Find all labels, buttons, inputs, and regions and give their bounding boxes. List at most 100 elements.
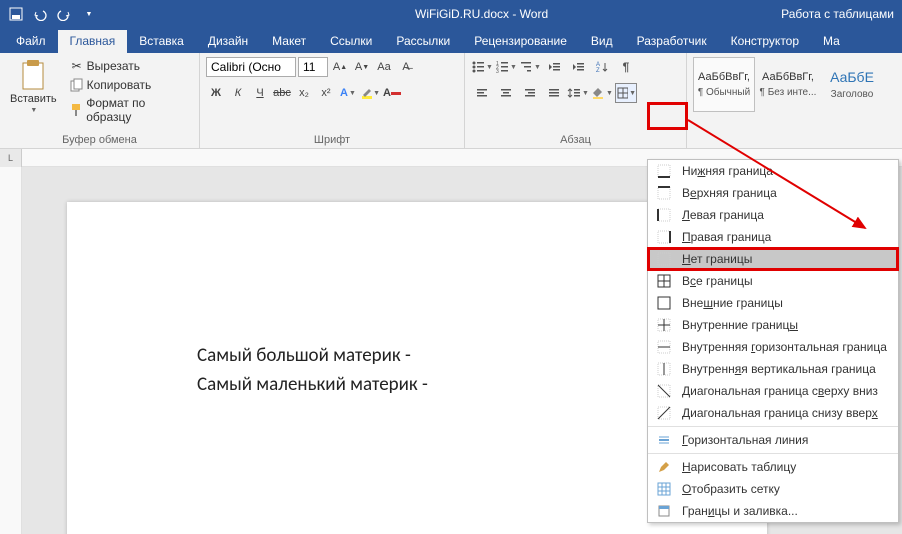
doc-line-1[interactable]: Самый большой материк - [197,342,637,371]
horizontal-line-item[interactable]: Горизонтальная линия [648,429,898,451]
border-all-label: Все границы [682,274,753,288]
tab-design[interactable]: Дизайн [196,30,260,53]
border-left-icon [656,207,672,223]
border-bottom-item[interactable]: Нижняя граница [648,160,898,182]
hline-icon [656,432,672,448]
border-inside-v-item[interactable]: Внутренняя вертикальная граница [648,358,898,380]
font-color-button[interactable]: A [382,83,402,103]
group-clipboard: Вставить ▼ ✂Вырезать Копировать Формат п… [0,53,200,148]
underline-button[interactable]: Ч [250,83,270,103]
subscript-button[interactable]: x₂ [294,83,314,103]
border-left-label: Левая граница [682,208,764,222]
tab-home[interactable]: Главная [58,30,128,53]
change-case-button[interactable]: Aa [374,57,394,77]
line-spacing-button[interactable]: ▼ [567,83,589,103]
format-painter-button[interactable]: Формат по образцу [67,95,193,125]
copy-label: Копировать [87,78,152,92]
superscript-button[interactable]: x² [316,83,336,103]
numbering-button[interactable]: 123▼ [495,57,517,77]
strikethrough-button[interactable]: abc [272,83,292,103]
tab-file[interactable]: Файл [4,30,58,53]
border-right-icon [656,229,672,245]
justify-button[interactable] [543,83,565,103]
copy-button[interactable]: Копировать [67,76,193,94]
draw-table-item[interactable]: Нарисовать таблицу [648,456,898,478]
decrease-indent-button[interactable] [543,57,565,77]
shading-button[interactable]: ▼ [591,83,613,103]
tab-table-design[interactable]: Конструктор [719,30,811,53]
view-gridlines-item[interactable]: Отобразить сетку [648,478,898,500]
sort-button[interactable]: AZ [591,57,613,77]
increase-indent-button[interactable] [567,57,589,77]
border-outside-item[interactable]: Внешние границы [648,292,898,314]
font-name-input[interactable] [206,57,296,77]
format-painter-label: Формат по образцу [86,96,191,124]
grow-font-button[interactable]: A▲ [330,57,350,77]
tab-developer[interactable]: Разработчик [625,30,719,53]
text-effects-button[interactable]: A▼ [338,83,358,103]
border-diag-down-item[interactable]: Диагональная граница сверху вниз [648,380,898,402]
border-top-icon [656,185,672,201]
group-paragraph-label: Абзац [471,132,680,146]
redo-icon[interactable] [56,6,72,22]
border-inside-item[interactable]: Внутренние границы [648,314,898,336]
style-no-spacing[interactable]: АаБбВвГг, ¶ Без инте... [757,57,819,112]
shrink-font-button[interactable]: A▼ [352,57,372,77]
border-top-item[interactable]: Верхняя граница [648,182,898,204]
highlight-button[interactable]: ▼ [360,83,380,103]
borders-dialog-label: Границы и заливка... [682,504,798,518]
borders-button[interactable]: ▼ [615,83,637,103]
border-diag-up-item[interactable]: Диагональная граница снизу вверх [648,402,898,424]
style-heading1[interactable]: АаБбЕ Заголово [821,57,883,112]
multilevel-button[interactable]: ▼ [519,57,541,77]
border-inside-h-item[interactable]: Внутренняя горизонтальная граница [648,336,898,358]
save-icon[interactable] [8,6,24,22]
grid-icon [656,481,672,497]
quick-access-toolbar: ▼ [0,6,105,22]
undo-icon[interactable] [32,6,48,22]
bullets-button[interactable]: ▼ [471,57,493,77]
group-font: A▲ A▼ Aa A̶ Ж К Ч abc x₂ x² A▼ ▼ A Шрифт [200,53,465,148]
ribbon: Вставить ▼ ✂Вырезать Копировать Формат п… [0,53,902,149]
align-center-button[interactable] [495,83,517,103]
border-right-item[interactable]: Правая граница [648,226,898,248]
ruler-corner[interactable]: L [0,149,22,167]
tab-layout[interactable]: Макет [260,30,318,53]
borders-dialog-item[interactable]: Границы и заливка... [648,500,898,522]
border-none-item[interactable]: Нет границы [648,248,898,270]
border-all-item[interactable]: Все границы [648,270,898,292]
tab-table-layout[interactable]: Ма [811,30,852,53]
italic-button[interactable]: К [228,83,248,103]
align-right-button[interactable] [519,83,541,103]
hline-label: Горизонтальная линия [682,433,808,447]
vertical-ruler[interactable] [0,167,22,534]
style-normal-sample: АаБбВвГг, [698,71,750,83]
font-size-input[interactable] [298,57,328,77]
tab-references[interactable]: Ссылки [318,30,384,53]
tab-mailings[interactable]: Рассылки [384,30,462,53]
border-inside-v-icon [656,361,672,377]
show-marks-button[interactable]: ¶ [615,57,637,77]
bold-button[interactable]: Ж [206,83,226,103]
style-normal[interactable]: АаБбВвГг, ¶ Обычный [693,57,755,112]
border-diag-up-icon [656,405,672,421]
draw-table-label: Нарисовать таблицу [682,460,796,474]
doc-line-2[interactable]: Самый маленький материк - [197,371,637,400]
border-left-item[interactable]: Левая граница [648,204,898,226]
scissors-icon: ✂ [69,58,85,74]
align-left-button[interactable] [471,83,493,103]
tab-view[interactable]: Вид [579,30,625,53]
cut-button[interactable]: ✂Вырезать [67,57,193,75]
svg-text:3: 3 [496,69,499,74]
border-inside-label: Внутренние границы [682,318,798,332]
group-font-label: Шрифт [206,132,458,146]
svg-text:Z: Z [596,68,600,74]
qat-customize-icon[interactable]: ▼ [81,6,97,22]
tab-review[interactable]: Рецензирование [462,30,579,53]
brush-icon [69,102,85,118]
clear-formatting-button[interactable]: A̶ [396,57,416,77]
border-inside-h-label: Внутренняя горизонтальная граница [682,340,887,354]
tab-insert[interactable]: Вставка [127,30,196,53]
paste-button[interactable]: Вставить ▼ [6,57,61,116]
view-gridlines-label: Отобразить сетку [682,482,780,496]
